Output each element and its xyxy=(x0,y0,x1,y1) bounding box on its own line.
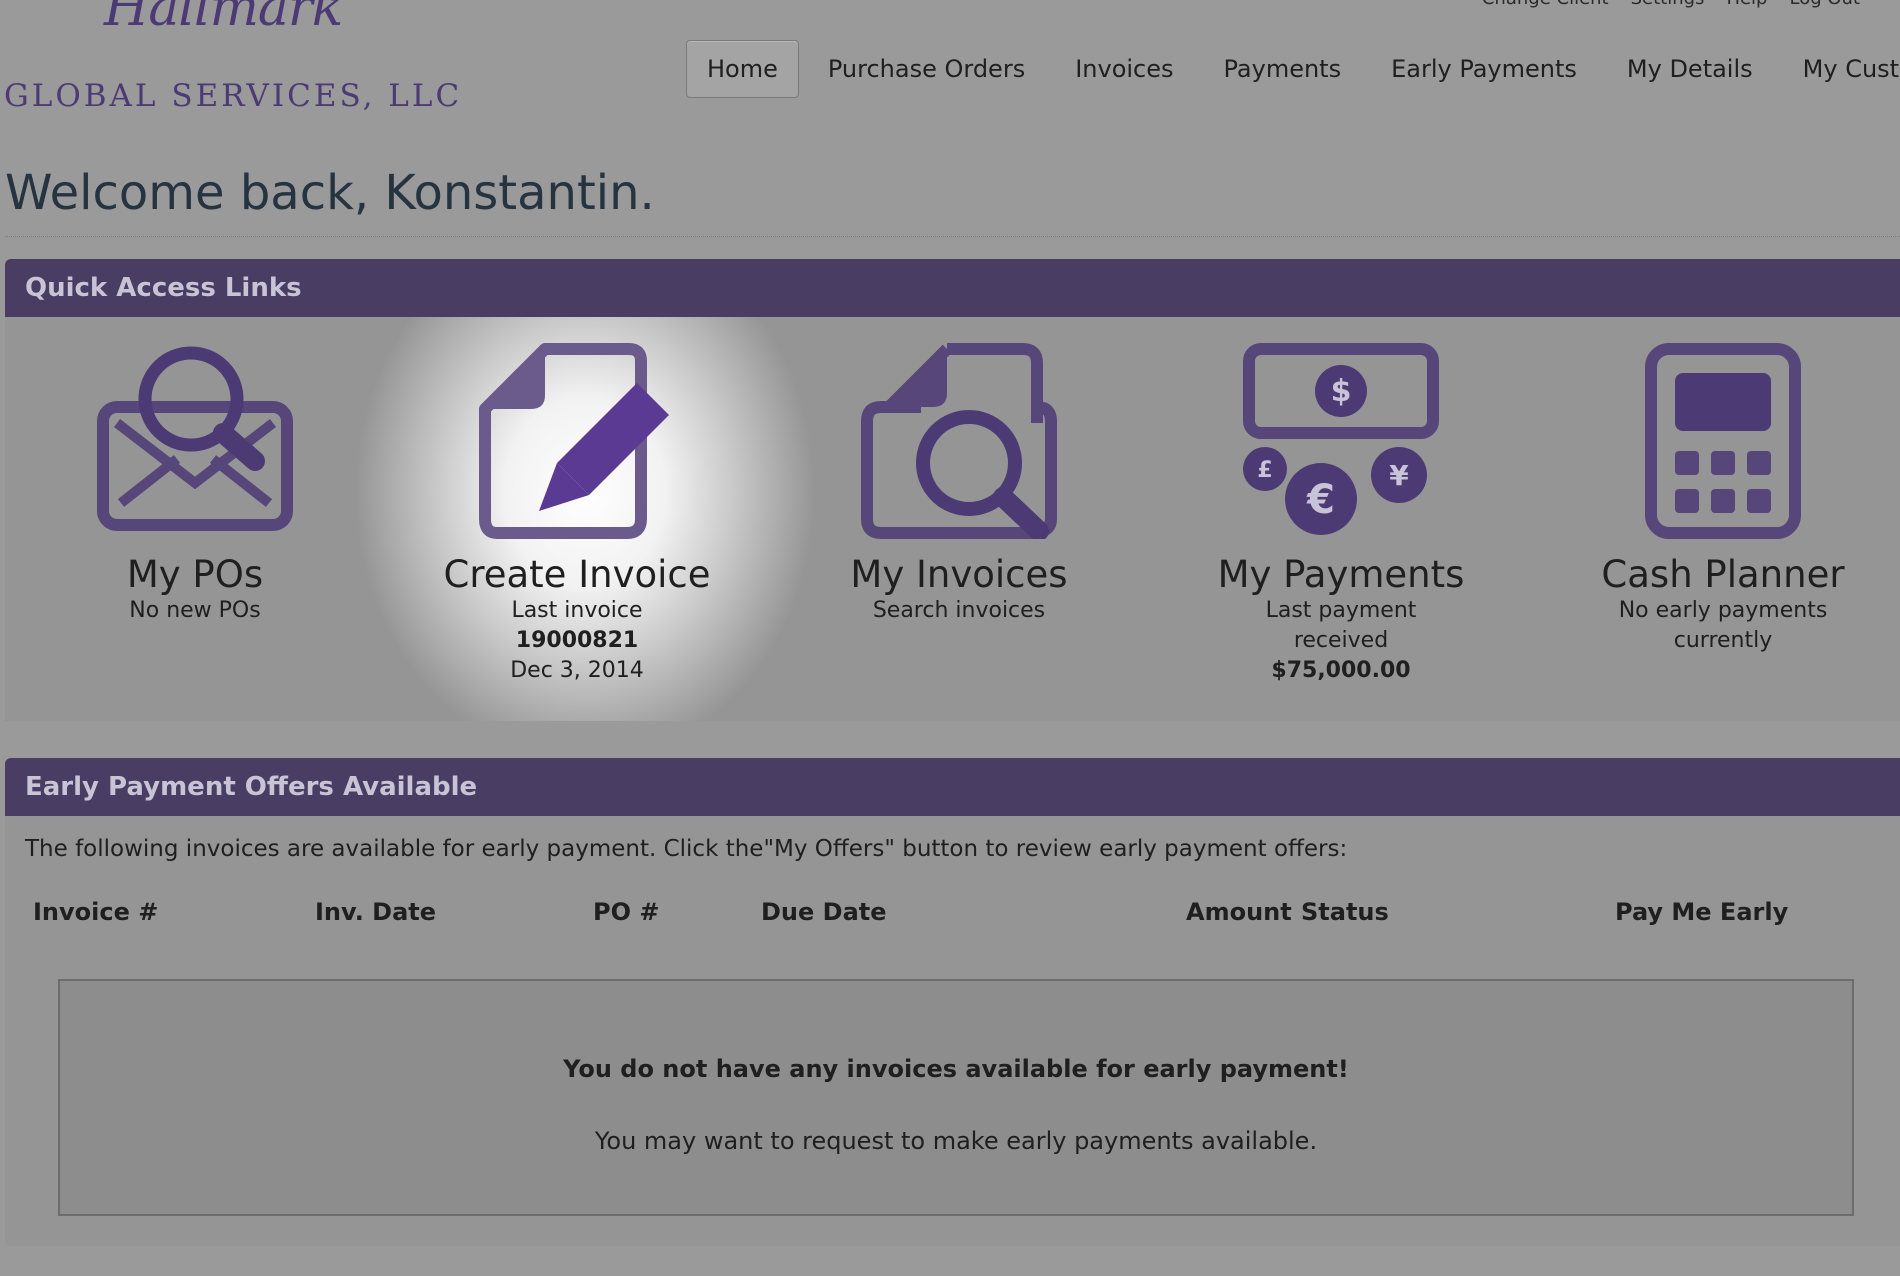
tile-detail: Last invoice xyxy=(511,598,643,623)
tile-title: My POs xyxy=(126,553,264,596)
change-client-link[interactable]: Change Client xyxy=(1482,0,1609,9)
tile-my-payments[interactable]: $ £ € ¥ My Payments Last payment receive… xyxy=(1151,317,1531,686)
col-due-date[interactable]: Due Date xyxy=(761,898,887,926)
logo-subtitle: GLOBAL SERVICES, LLC xyxy=(4,78,463,114)
col-invoice-number[interactable]: Invoice # xyxy=(33,898,158,926)
tile-title: Create Invoice xyxy=(443,553,711,596)
nav-my-details[interactable]: My Details xyxy=(1606,40,1774,98)
tile-title: Cash Planner xyxy=(1601,553,1845,596)
quick-access-title: Quick Access Links xyxy=(5,259,1900,317)
tile-detail: received xyxy=(1293,628,1389,653)
currency-icon: $ £ € ¥ xyxy=(1243,343,1439,535)
welcome-heading: Welcome back, Konstantin. xyxy=(5,165,655,221)
col-status[interactable]: Status xyxy=(1301,898,1389,926)
log-out-link[interactable]: Log Out xyxy=(1789,0,1860,9)
document-search-icon xyxy=(861,343,1057,539)
last-invoice-date: Dec 3, 2014 xyxy=(510,658,644,683)
company-logo[interactable]: Hallmark GLOBAL SERVICES, LLC xyxy=(4,0,459,120)
svg-text:¥: ¥ xyxy=(1389,459,1409,492)
divider xyxy=(5,236,1900,237)
invoice-table-header: Invoice # Inv. Date PO # Due Date Amount… xyxy=(5,888,1900,938)
tile-title: My Payments xyxy=(1217,553,1465,596)
empty-state-message: You may want to request to make early pa… xyxy=(594,1127,1318,1155)
tile-detail: No new POs xyxy=(129,598,261,623)
help-link[interactable]: Help xyxy=(1726,0,1767,9)
quick-access-panel: Quick Access Links My POs No new POs Cre… xyxy=(5,259,1900,721)
empty-state-box: You do not have any invoices available f… xyxy=(58,979,1854,1216)
tile-my-pos[interactable]: My POs No new POs xyxy=(5,317,385,626)
nav-payments[interactable]: Payments xyxy=(1203,40,1363,98)
nav-early-payments[interactable]: Early Payments xyxy=(1370,40,1598,98)
tile-create-invoice[interactable]: Create Invoice Last invoice 19000821 Dec… xyxy=(387,317,767,686)
svg-text:$: $ xyxy=(1331,374,1352,409)
nav-my-customer[interactable]: My Customer xyxy=(1782,40,1900,98)
tile-detail: No early payments xyxy=(1618,598,1828,623)
col-inv-date[interactable]: Inv. Date xyxy=(315,898,436,926)
logo-script: Hallmark xyxy=(104,0,343,38)
nav-invoices[interactable]: Invoices xyxy=(1054,40,1194,98)
tile-detail: Last payment xyxy=(1265,598,1417,623)
col-amount[interactable]: Amount xyxy=(1186,898,1292,926)
early-payment-intro: The following invoices are available for… xyxy=(25,836,1348,862)
document-pencil-icon xyxy=(479,343,669,539)
last-invoice-number: 19000821 xyxy=(515,628,639,653)
early-payment-title: Early Payment Offers Available xyxy=(5,758,1900,816)
nav-purchase-orders[interactable]: Purchase Orders xyxy=(807,40,1046,98)
envelope-search-icon xyxy=(97,346,293,531)
nav-home[interactable]: Home xyxy=(686,40,799,98)
last-payment-amount: $75,000.00 xyxy=(1271,658,1411,683)
svg-text:€: € xyxy=(1306,477,1335,523)
settings-link[interactable]: Settings xyxy=(1631,0,1705,9)
early-payment-panel: Early Payment Offers Available The follo… xyxy=(5,758,1900,1246)
tile-title: My Invoices xyxy=(850,553,1068,596)
main-nav: Home Purchase Orders Invoices Payments E… xyxy=(686,40,1900,98)
tile-detail: Search invoices xyxy=(872,598,1046,623)
svg-text:£: £ xyxy=(1257,458,1272,483)
empty-state-title: You do not have any invoices available f… xyxy=(563,1055,1349,1083)
tile-my-invoices[interactable]: My Invoices Search invoices xyxy=(769,317,1149,626)
tile-cash-planner[interactable]: Cash Planner No early payments currently xyxy=(1533,317,1900,656)
col-po-number[interactable]: PO # xyxy=(593,898,659,926)
tile-detail: currently xyxy=(1673,628,1773,653)
calculator-icon xyxy=(1645,343,1801,539)
quick-access-body: My POs No new POs Create Invoice Last in… xyxy=(5,317,1900,721)
utility-links: Change Client Settings Help Log Out xyxy=(1482,0,1860,9)
col-pay-me-early[interactable]: Pay Me Early xyxy=(1615,898,1788,926)
